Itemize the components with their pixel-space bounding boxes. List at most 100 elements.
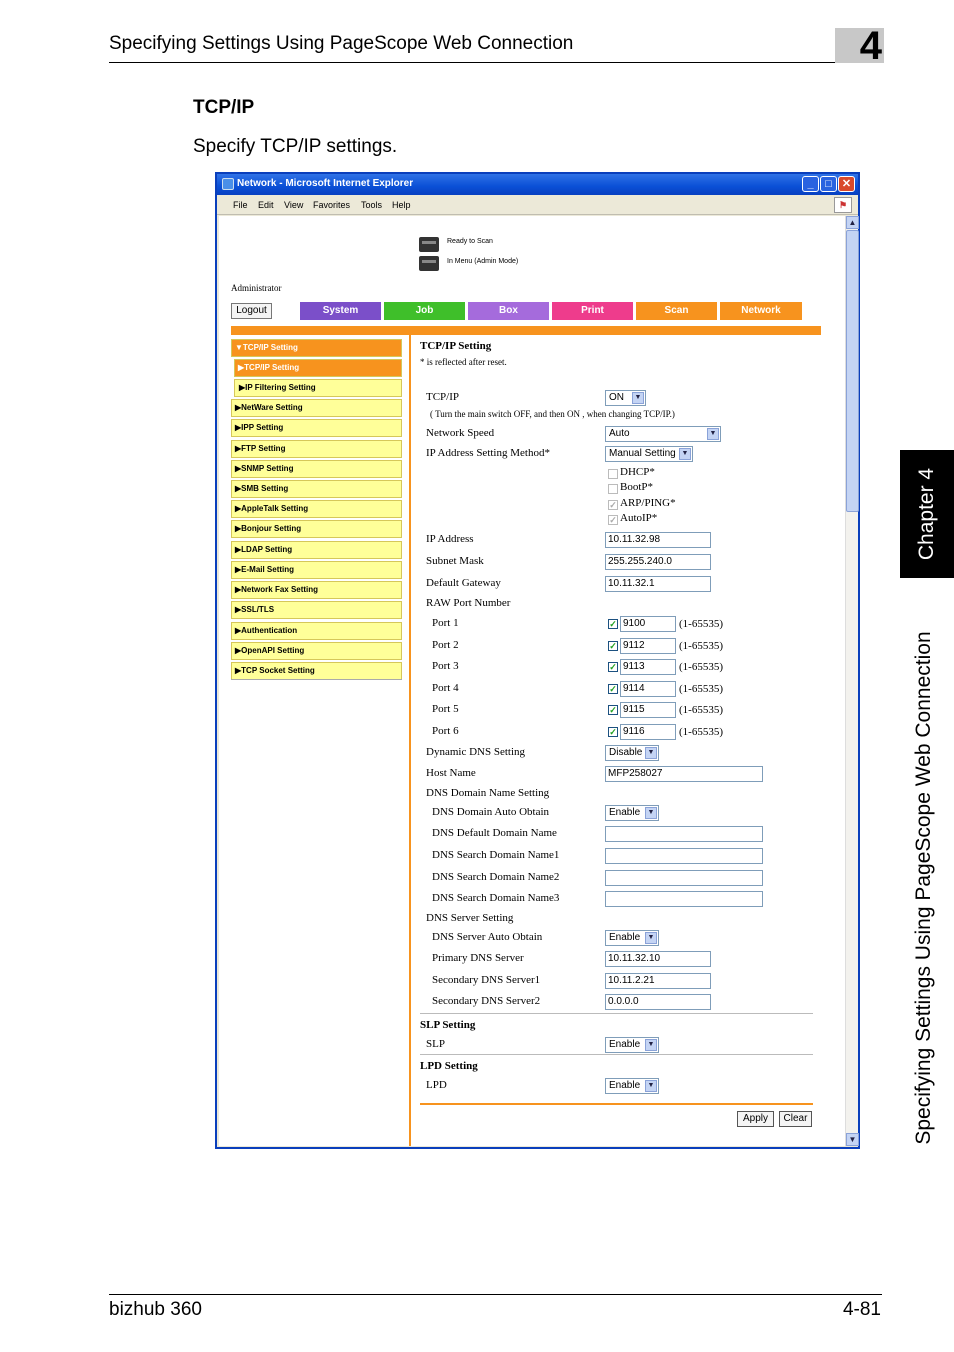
dns-search2-input[interactable] <box>605 870 763 886</box>
port-2-checkbox[interactable]: ✓ <box>608 641 618 651</box>
dns-search1-input[interactable] <box>605 848 763 864</box>
port-5-checkbox[interactable]: ✓ <box>608 705 618 715</box>
autoip-checkbox[interactable]: ✓ <box>608 515 618 525</box>
side-menu-ssl-tls[interactable]: ▶SSL/TLS <box>231 601 402 619</box>
port-3-checkbox[interactable]: ✓ <box>608 662 618 672</box>
raw-port-label: RAW Port Number <box>426 597 511 609</box>
host-input[interactable]: MFP258027 <box>605 766 763 782</box>
side-menu-email[interactable]: ▶E-Mail Setting <box>231 561 402 579</box>
dns-default-input[interactable] <box>605 826 763 842</box>
scroll-thumb[interactable] <box>846 230 859 512</box>
dns-default-label: DNS Default Domain Name <box>432 827 557 839</box>
secondary-dns1-input[interactable]: 10.11.2.21 <box>605 973 711 989</box>
clear-button[interactable]: Clear <box>779 1111 812 1127</box>
speed-value: Auto <box>609 428 630 439</box>
side-menu-tcp-socket[interactable]: ▶TCP Socket Setting <box>231 662 402 680</box>
port-1-checkbox[interactable]: ✓ <box>608 619 618 629</box>
ddns-select[interactable]: Disable ▼ <box>605 745 659 761</box>
speed-select[interactable]: Auto ▼ <box>605 426 721 442</box>
ip-input[interactable]: 10.11.32.98 <box>605 532 711 548</box>
side-menu-ipp[interactable]: ▶IPP Setting <box>231 419 402 437</box>
section-description: Specify TCP/IP settings. <box>193 136 398 157</box>
secondary-dns2-input[interactable]: 0.0.0.0 <box>605 994 711 1010</box>
close-icon[interactable]: ✕ <box>838 176 855 192</box>
tab-print[interactable]: Print <box>552 302 633 320</box>
ip-label: IP Address <box>426 533 474 545</box>
port-6-checkbox[interactable]: ✓ <box>608 727 618 737</box>
apply-button[interactable]: Apply <box>737 1111 774 1127</box>
port-2-input[interactable]: 9112 <box>620 638 676 654</box>
side-menu-tcpip-group[interactable]: ▼TCP/IP Setting <box>231 339 402 357</box>
dns-domain-label: DNS Domain Name Setting <box>426 787 550 799</box>
arp-checkbox[interactable]: ✓ <box>608 500 618 510</box>
side-menu-ftp[interactable]: ▶FTP Setting <box>231 440 402 458</box>
chevron-down-icon: ▼ <box>645 1039 657 1051</box>
lpd-label: LPD <box>426 1079 447 1091</box>
tab-box[interactable]: Box <box>468 302 549 320</box>
dns-auto-select[interactable]: Enable ▼ <box>605 805 659 821</box>
secondary-dns1-label: Secondary DNS Server1 <box>432 974 541 986</box>
port-1-input[interactable]: 9100 <box>620 616 676 632</box>
port-6-input[interactable]: 9116 <box>620 724 676 740</box>
chapter-side-tab: Chapter 4 <box>900 450 954 578</box>
menu-view[interactable]: View <box>284 200 303 210</box>
windows-logo-icon: ⚑ <box>834 197 852 213</box>
gateway-input[interactable]: 10.11.32.1 <box>605 576 711 592</box>
port-1-label: Port 1 <box>432 617 459 629</box>
tab-system[interactable]: System <box>300 302 381 320</box>
side-menu-ip-filtering[interactable]: ▶IP Filtering Setting <box>234 379 402 397</box>
dns-search3-input[interactable] <box>605 891 763 907</box>
scroll-down-icon[interactable]: ▼ <box>846 1133 859 1146</box>
side-menu-bonjour[interactable]: ▶Bonjour Setting <box>231 520 402 538</box>
dns-search1-label: DNS Search Domain Name1 <box>432 849 560 861</box>
port-5-input[interactable]: 9115 <box>620 702 676 718</box>
tab-network[interactable]: Network <box>720 302 802 320</box>
menu-favorites[interactable]: Favorites <box>313 200 350 210</box>
side-menu-network-fax[interactable]: ▶Network Fax Setting <box>231 581 402 599</box>
side-menu-snmp[interactable]: ▶SNMP Setting <box>231 460 402 478</box>
vertical-scrollbar[interactable]: ▲ ▼ <box>845 216 859 1146</box>
minimize-icon[interactable]: _ <box>802 176 819 192</box>
menu-help[interactable]: Help <box>392 200 411 210</box>
scroll-up-icon[interactable]: ▲ <box>846 216 859 229</box>
ipmethod-select[interactable]: Manual Setting ▼ <box>605 446 693 462</box>
side-menu-authentication[interactable]: ▶Authentication <box>231 622 402 640</box>
port-4-range: (1-65535) <box>679 683 723 695</box>
side-menu-ldap[interactable]: ▶LDAP Setting <box>231 541 402 559</box>
browser-window: Network - Microsoft Internet Explorer _ … <box>215 172 860 1149</box>
maximize-icon[interactable]: □ <box>820 176 837 192</box>
port-5-range: (1-65535) <box>679 704 723 716</box>
port-4-checkbox[interactable]: ✓ <box>608 684 618 694</box>
dns-server-auto-select[interactable]: Enable ▼ <box>605 930 659 946</box>
primary-dns-input[interactable]: 10.11.32.10 <box>605 951 711 967</box>
side-menu-openapi[interactable]: ▶OpenAPI Setting <box>231 642 402 660</box>
dns-search3-label: DNS Search Domain Name3 <box>432 892 560 904</box>
chapter-side-label: Chapter 4 <box>915 467 938 561</box>
form-note: * is reflected after reset. <box>420 357 507 367</box>
menu-bar: File Edit View Favorites Tools Help ⚑ <box>217 195 858 215</box>
lpd-select[interactable]: Enable ▼ <box>605 1078 659 1094</box>
side-menu-tcpip-setting[interactable]: ▶TCP/IP Setting <box>234 359 402 377</box>
tcpip-value: ON <box>609 392 624 403</box>
tcpip-note: ( Turn the main switch OFF, and then ON … <box>430 409 675 419</box>
mask-input[interactable]: 255.255.240.0 <box>605 554 711 570</box>
slp-select[interactable]: Enable ▼ <box>605 1037 659 1053</box>
menu-file[interactable]: File <box>233 200 248 210</box>
chevron-down-icon: ▼ <box>707 428 719 440</box>
side-menu-smb[interactable]: ▶SMB Setting <box>231 480 402 498</box>
tcpip-select[interactable]: ON ▼ <box>605 390 646 406</box>
logout-button[interactable]: Logout <box>231 303 272 319</box>
section-rule <box>420 1054 813 1055</box>
tab-job[interactable]: Job <box>384 302 465 320</box>
port-3-input[interactable]: 9113 <box>620 659 676 675</box>
menu-tools[interactable]: Tools <box>361 200 382 210</box>
bootp-checkbox[interactable] <box>608 484 618 494</box>
menu-edit[interactable]: Edit <box>258 200 274 210</box>
port-4-input[interactable]: 9114 <box>620 681 676 697</box>
dhcp-checkbox[interactable] <box>608 469 618 479</box>
side-menu-netware[interactable]: ▶NetWare Setting <box>231 399 402 417</box>
mask-label: Subnet Mask <box>426 555 484 567</box>
side-menu-appletalk[interactable]: ▶AppleTalk Setting <box>231 500 402 518</box>
host-label: Host Name <box>426 767 476 779</box>
tab-scan[interactable]: Scan <box>636 302 717 320</box>
